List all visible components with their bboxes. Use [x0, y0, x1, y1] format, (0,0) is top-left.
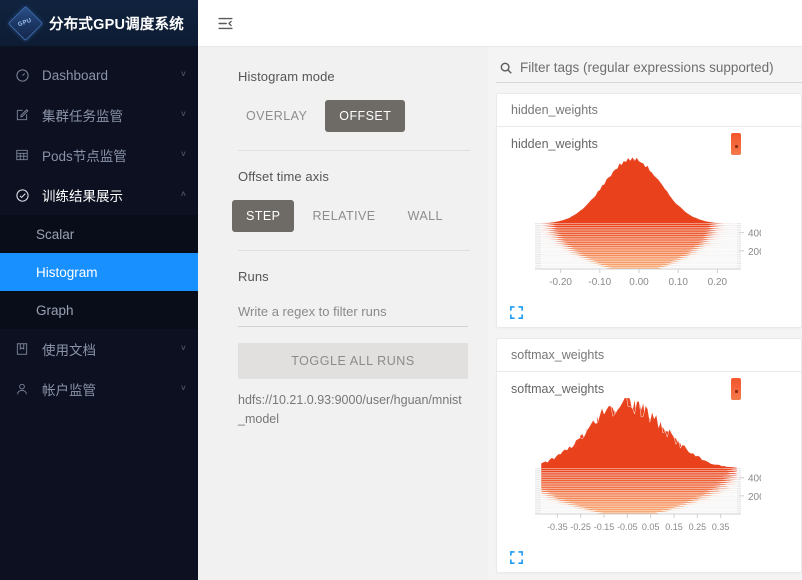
- dashboard-icon: [13, 66, 31, 84]
- runs-group: Runs TOGGLE ALL RUNS hdfs://10.21.0.93:9…: [198, 269, 488, 430]
- tag-section-header[interactable]: softmax_weights: [496, 338, 802, 371]
- offset-time-axis-group: Offset time axis STEP RELATIVE WALL: [198, 169, 488, 232]
- fullscreen-expand-icon[interactable]: [509, 305, 525, 321]
- main-region: Histogram mode OVERLAY OFFSET Offset tim…: [198, 0, 802, 580]
- sidebar-item-label: Pods节点监管: [42, 149, 127, 164]
- sidebar-item-label: 集群任务监管: [42, 109, 123, 124]
- book-icon: [13, 340, 31, 358]
- chevron-down-icon: ˅: [180, 343, 186, 353]
- chevron-down-icon: ˅: [180, 383, 186, 393]
- runs-regex-input[interactable]: [238, 300, 468, 327]
- svg-text:-0.15: -0.15: [594, 522, 615, 532]
- time-axis-relative-button[interactable]: RELATIVE: [298, 200, 389, 232]
- chevron-up-icon: ˄: [180, 189, 186, 199]
- time-axis-wall-button[interactable]: WALL: [394, 200, 457, 232]
- sidebar-item-docs[interactable]: 使用文档 ˅: [0, 329, 198, 369]
- tag-section-header[interactable]: hidden_weights: [496, 93, 802, 126]
- time-axis-step-button[interactable]: STEP: [232, 200, 295, 232]
- offset-time-axis-title: Offset time axis: [238, 169, 329, 184]
- app-title: 分布式GPU调度系统: [49, 16, 184, 33]
- histogram-plot[interactable]: -0.35-0.25-0.15-0.05 0.05 0.15 0.25 0.35 200 4…: [497, 398, 801, 548]
- tag-filter-row: [496, 59, 802, 83]
- chart-card: softmax_weights -0.35 -0.25 -0.15 -0.05 0.05…: [496, 371, 802, 573]
- tag-section-hidden-weights: hidden_weights hidden_weights -0.20 -0.10…: [496, 93, 802, 328]
- svg-text:0.35: 0.35: [712, 522, 730, 532]
- sidebar-subitem-label: Graph: [36, 302, 74, 318]
- charts-panel: hidden_weights hidden_weights -0.20 -0.10…: [488, 47, 802, 580]
- check-circle-icon: [13, 186, 31, 204]
- chart-title: softmax_weights: [511, 382, 605, 396]
- chevron-down-icon: ˅: [180, 109, 186, 119]
- histogram-mode-offset-button[interactable]: OFFSET: [325, 100, 406, 132]
- divider: [238, 250, 470, 251]
- tag-filter-input[interactable]: [518, 59, 796, 76]
- sidebar-item-label: 训练结果展示: [42, 189, 123, 204]
- menu-fold-icon[interactable]: [212, 10, 238, 36]
- svg-text:0.00: 0.00: [629, 277, 649, 288]
- gpu-diamond-logo-icon: GPU: [7, 5, 44, 42]
- app-root: GPU 分布式GPU调度系统 Dashboard ˅ 集群任务监管 ˅ Pods…: [0, 0, 802, 580]
- color-scale-swatch: [731, 378, 741, 400]
- svg-text:0.05: 0.05: [642, 522, 660, 532]
- svg-text:400: 400: [748, 474, 761, 485]
- edit-square-icon: [13, 106, 31, 124]
- histogram-mode-group: Histogram mode OVERLAY OFFSET: [198, 69, 488, 132]
- color-scale-swatch: [731, 133, 741, 155]
- sidebar-item-training-results[interactable]: 训练结果展示 ˄: [0, 175, 198, 215]
- divider: [238, 150, 470, 151]
- search-icon: [498, 60, 514, 76]
- svg-text:0.25: 0.25: [689, 522, 707, 532]
- sidebar-item-histogram[interactable]: Histogram: [0, 253, 198, 291]
- table-grid-icon: [13, 146, 31, 164]
- sidebar-item-label: Dashboard: [42, 67, 109, 83]
- svg-text:200: 200: [748, 247, 761, 258]
- runs-title: Runs: [238, 269, 269, 284]
- toggle-all-runs-button[interactable]: TOGGLE ALL RUNS: [238, 343, 468, 379]
- chart-title: hidden_weights: [511, 137, 598, 151]
- svg-text:-0.35: -0.35: [547, 522, 568, 532]
- svg-text:-0.05: -0.05: [617, 522, 638, 532]
- sidebar-item-account[interactable]: 帐户监管 ˅: [0, 369, 198, 409]
- fullscreen-expand-icon[interactable]: [509, 550, 525, 566]
- svg-text:400: 400: [748, 229, 761, 240]
- sidebar-item-graph[interactable]: Graph: [0, 291, 198, 329]
- histogram-mode-toggle-group: OVERLAY OFFSET: [232, 100, 468, 132]
- svg-text:-0.25: -0.25: [570, 522, 591, 532]
- svg-text:-0.10: -0.10: [588, 277, 611, 288]
- run-path-label: hdfs://10.21.0.93:9000/user/hguan/mnist_…: [238, 393, 462, 427]
- tag-section-softmax-weights: softmax_weights softmax_weights -0.35 -0.…: [496, 338, 802, 573]
- histogram-plot[interactable]: -0.20 -0.10 0.00 0.10 0.20 200 400: [497, 153, 801, 303]
- sidebar-subitem-label: Histogram: [36, 264, 98, 280]
- sidebar: GPU 分布式GPU调度系统 Dashboard ˅ 集群任务监管 ˅ Pods…: [0, 0, 198, 580]
- histogram-mode-title: Histogram mode: [238, 69, 335, 84]
- sidebar-item-dashboard[interactable]: Dashboard ˅: [0, 55, 198, 95]
- svg-text:-0.20: -0.20: [549, 277, 572, 288]
- chart-card: hidden_weights -0.20 -0.10 0.00 0.10 0.20 200…: [496, 126, 802, 328]
- sidebar-logo[interactable]: GPU 分布式GPU调度系统: [0, 0, 198, 47]
- histogram-mode-overlay-button[interactable]: OVERLAY: [232, 100, 321, 132]
- topbar: [198, 0, 802, 47]
- sidebar-item-pods[interactable]: Pods节点监管 ˅: [0, 135, 198, 175]
- sidebar-subitem-label: Scalar: [36, 226, 75, 242]
- svg-text:0.15: 0.15: [665, 522, 683, 532]
- offset-time-axis-toggle-group: STEP RELATIVE WALL: [232, 200, 468, 232]
- chevron-down-icon: ˅: [180, 149, 186, 159]
- sidebar-nav: Dashboard ˅ 集群任务监管 ˅ Pods节点监管 ˅ 训练结果展示 ˄…: [0, 47, 198, 580]
- user-icon: [13, 380, 31, 398]
- chevron-down-icon: ˅: [180, 69, 186, 79]
- sidebar-item-label: 帐户监管: [42, 383, 96, 398]
- svg-text:0.10: 0.10: [668, 277, 688, 288]
- histogram-controls-panel: Histogram mode OVERLAY OFFSET Offset tim…: [198, 47, 488, 580]
- sidebar-item-label: 使用文档: [42, 343, 96, 358]
- sidebar-item-cluster-tasks[interactable]: 集群任务监管 ˅: [0, 95, 198, 135]
- svg-text:0.20: 0.20: [708, 277, 728, 288]
- svg-text:200: 200: [748, 492, 761, 503]
- sidebar-subnav-training-results: Scalar Histogram Graph: [0, 215, 198, 329]
- sidebar-item-scalar[interactable]: Scalar: [0, 215, 198, 253]
- content-area: Histogram mode OVERLAY OFFSET Offset tim…: [198, 47, 802, 580]
